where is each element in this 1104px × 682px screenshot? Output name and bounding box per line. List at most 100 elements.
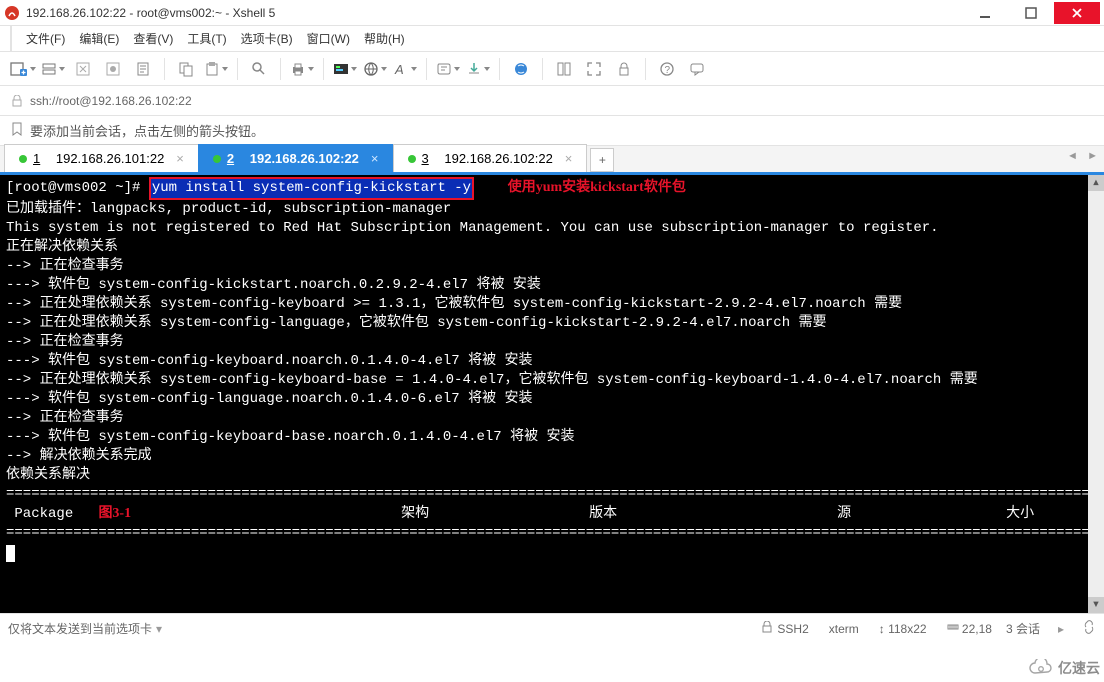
tab-close-icon[interactable]: × — [565, 151, 573, 166]
term-size-label: 118x22 — [888, 622, 926, 636]
status-bar: 仅将文本发送到当前选项卡 ▾ SSH2 xterm ↕ 118x22 22,18… — [0, 613, 1104, 643]
xftp-button[interactable] — [508, 56, 534, 82]
resize-icon: ↕ — [879, 622, 885, 636]
terminal-scrollbar[interactable]: ▴ ▾ — [1088, 175, 1104, 613]
new-session-button[interactable] — [10, 56, 36, 82]
encoding-button[interactable] — [362, 56, 388, 82]
transfer-button[interactable] — [465, 56, 491, 82]
scroll-up-icon[interactable]: ▴ — [1088, 175, 1104, 191]
bookmark-icon[interactable] — [10, 122, 24, 139]
open-session-button[interactable] — [40, 56, 66, 82]
status-dot-icon — [19, 155, 27, 163]
chevron-right-icon[interactable]: ▸ — [1058, 622, 1064, 636]
menu-help[interactable]: 帮助(H) — [364, 30, 405, 47]
disconnect-button[interactable] — [100, 56, 126, 82]
status-dot-icon — [213, 155, 221, 163]
svg-text:?: ? — [665, 65, 671, 76]
reconnect-button[interactable] — [70, 56, 96, 82]
ruler-icon — [947, 621, 959, 636]
tabs-nav[interactable]: ◄ ► — [1067, 150, 1098, 162]
tabs-bar: 1 192.168.26.101:22 × 2 192.168.26.102:2… — [0, 146, 1104, 175]
fullscreen-button[interactable] — [581, 56, 607, 82]
watermark-text: 亿速云 — [1058, 658, 1100, 678]
script-button[interactable] — [435, 56, 461, 82]
lock-icon — [761, 621, 773, 636]
terminal-line: ---> 软件包 system-config-keyboard-base.noa… — [6, 428, 1098, 447]
close-button[interactable] — [1054, 2, 1100, 24]
session-count-label: 3 会话 — [1006, 620, 1040, 637]
color-scheme-button[interactable] — [332, 56, 358, 82]
maximize-button[interactable] — [1008, 2, 1054, 24]
status-dot-icon — [408, 155, 416, 163]
prompt-text: [root@vms002 ~]# — [6, 180, 149, 196]
menu-bar: 文件(F) 编辑(E) 查看(V) 工具(T) 选项卡(B) 窗口(W) 帮助(… — [0, 26, 1104, 52]
terminal-line: --> 正在检查事务 — [6, 333, 1098, 352]
paste-button[interactable] — [203, 56, 229, 82]
tab-label: 192.168.26.101:22 — [56, 151, 164, 166]
tab-label: 192.168.26.102:22 — [444, 151, 552, 166]
menu-tabs[interactable]: 选项卡(B) — [241, 30, 293, 47]
app-icon — [4, 5, 20, 21]
scroll-down-icon[interactable]: ▾ — [1088, 597, 1104, 613]
terminal-line: This system is not registered to Red Hat… — [6, 219, 1098, 238]
properties-button[interactable] — [130, 56, 156, 82]
minimize-button[interactable] — [962, 2, 1008, 24]
annotation-figure: 图3-1 — [98, 506, 131, 521]
tab-session-2[interactable]: 2 192.168.26.102:22 × — [198, 144, 394, 172]
toolbar-separator — [237, 58, 238, 80]
svg-text:A: A — [394, 62, 404, 77]
menu-edit[interactable]: 编辑(E) — [79, 30, 119, 47]
terminal-line: ---> 软件包 system-config-keyboard.noarch.0… — [6, 352, 1098, 371]
terminal-divider: ========================================… — [6, 485, 1098, 504]
lock-icon — [10, 94, 24, 108]
tab-session-3[interactable]: 3 192.168.26.102:22 × — [393, 144, 588, 172]
address-text[interactable]: ssh://root@192.168.26.102:22 — [30, 94, 192, 108]
tab-session-1[interactable]: 1 192.168.26.101:22 × — [4, 144, 199, 172]
font-button[interactable]: A — [392, 56, 418, 82]
toolbar-separator — [499, 58, 500, 80]
toolbar-separator — [426, 58, 427, 80]
terminal-view[interactable]: [root@vms002 ~]# yum install system-conf… — [0, 175, 1104, 613]
terminal-line: --> 正在处理依赖关系 system-config-keyboard >= 1… — [6, 295, 1098, 314]
tab-number: 1 — [33, 151, 40, 166]
title-bar: 192.168.26.102:22 - root@vms002:~ - Xshe… — [0, 0, 1104, 26]
menu-view[interactable]: 查看(V) — [133, 30, 173, 47]
help-button[interactable]: ? — [654, 56, 680, 82]
feedback-button[interactable] — [684, 56, 710, 82]
watermark: 亿速云 — [1028, 658, 1100, 678]
link-icon[interactable] — [1082, 620, 1096, 637]
toolbar: A ? — [0, 52, 1104, 86]
cursor-pos-label: 22,18 — [962, 622, 992, 636]
terminal-cursor — [6, 545, 15, 562]
annotation-yum: 使用yum安装kickstart软件包 — [508, 180, 686, 195]
lock-button[interactable] — [611, 56, 637, 82]
send-mode-label[interactable]: 仅将文本发送到当前选项卡 — [8, 620, 152, 637]
new-tab-button[interactable]: + — [590, 148, 614, 172]
terminal-divider: ========================================… — [6, 524, 1098, 543]
find-button[interactable] — [246, 56, 272, 82]
terminal-line: ---> 软件包 system-config-language.noarch.0… — [6, 390, 1098, 409]
terminal-line: --> 正在检查事务 — [6, 257, 1098, 276]
menu-window[interactable]: 窗口(W) — [307, 30, 350, 47]
copy-button[interactable] — [173, 56, 199, 82]
menu-tools[interactable]: 工具(T) — [187, 30, 226, 47]
toolbar-separator — [323, 58, 324, 80]
toolbar-separator — [542, 58, 543, 80]
terminal-line: --> 正在处理依赖关系 system-config-keyboard-base… — [6, 371, 1098, 390]
terminal-line: --> 正在检查事务 — [6, 409, 1098, 428]
tab-label: 192.168.26.102:22 — [250, 151, 359, 166]
print-button[interactable] — [289, 56, 315, 82]
tab-close-icon[interactable]: × — [176, 151, 184, 166]
tip-text: 要添加当前会话，点击左侧的箭头按钮。 — [30, 121, 264, 140]
terminal-line: 正在解决依赖关系 — [6, 238, 1098, 257]
terminal-header-row: Package 图3-1架构版本源大小 — [6, 504, 1098, 524]
toolbar-separator — [280, 58, 281, 80]
terminal-line: --> 解决依赖关系完成 — [6, 447, 1098, 466]
highlighted-command: yum install system-config-kickstart -y — [149, 177, 474, 200]
chevron-down-icon[interactable]: ▾ — [156, 622, 162, 636]
terminal-line: ---> 软件包 system-config-kickstart.noarch.… — [6, 276, 1098, 295]
terminal-line: 已加载插件：langpacks, product-id, subscriptio… — [6, 200, 1098, 219]
tile-horizontal-button[interactable] — [551, 56, 577, 82]
tab-close-icon[interactable]: × — [371, 151, 379, 166]
menu-file[interactable]: 文件(F) — [26, 30, 65, 47]
